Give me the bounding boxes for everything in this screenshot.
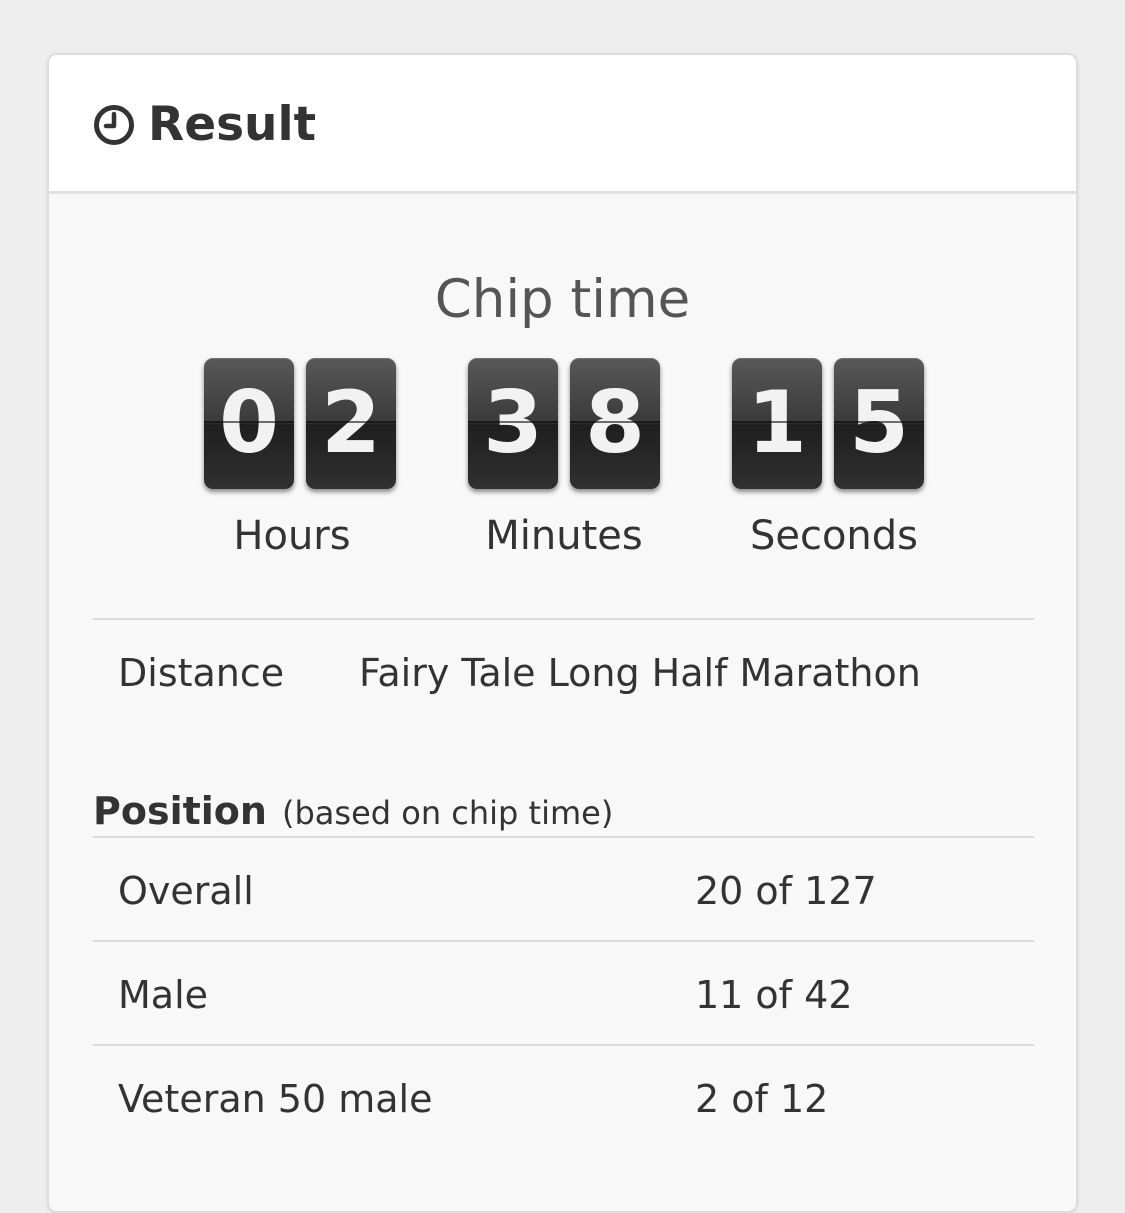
clock-icon [94,105,134,145]
panel-title: Result [148,97,317,152]
overall-position-label: Overall [118,869,254,913]
seconds-digit-1: 1 [732,358,822,489]
seconds-label: Seconds [749,513,919,559]
divider [93,618,1034,620]
male-position-label: Male [118,973,209,1017]
divider [93,1044,1034,1046]
category-position-label: Veteran 50 male [118,1077,433,1121]
distance-value: Fairy Tale Long Half Marathon [359,651,921,695]
hours-label: Hours [233,513,351,559]
result-panel: Result Chip time 0 2 3 8 1 5 Hours Minut… [47,53,1078,1213]
divider [93,940,1034,942]
hours-digit-2: 2 [306,358,396,489]
minutes-label: Minutes [485,513,643,559]
distance-label: Distance [118,651,285,695]
minutes-digit-1: 3 [468,358,558,489]
position-heading: Position [93,789,267,833]
hours-digit-1: 0 [204,358,294,489]
seconds-digit-2: 5 [834,358,924,489]
hours-flip-clock: 0 2 [204,358,396,490]
overall-position-value: 20 of 127 [695,869,877,913]
divider [93,836,1034,838]
male-position-value: 11 of 42 [695,973,853,1017]
minutes-digit-2: 8 [570,358,660,489]
chip-time-title: Chip time [434,269,691,330]
position-note: (based on chip time) [282,794,614,832]
panel-header: Result [49,55,1076,194]
minutes-flip-clock: 3 8 [468,358,660,490]
category-position-value: 2 of 12 [695,1077,829,1121]
seconds-flip-clock: 1 5 [732,358,924,490]
